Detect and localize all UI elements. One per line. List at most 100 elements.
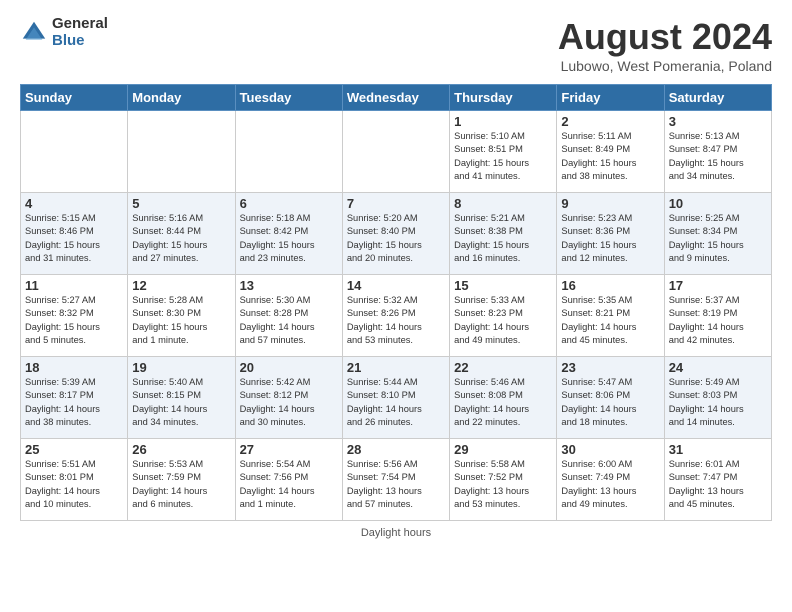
calendar-week-row: 1Sunrise: 5:10 AM Sunset: 8:51 PM Daylig…	[21, 111, 772, 193]
daylight-label: Daylight hours	[361, 527, 431, 539]
day-info: Sunrise: 5:16 AM Sunset: 8:44 PM Dayligh…	[132, 212, 230, 266]
logo-general: General	[52, 16, 108, 33]
calendar-day-cell: 31Sunrise: 6:01 AM Sunset: 7:47 PM Dayli…	[664, 439, 771, 521]
day-number: 4	[25, 196, 123, 211]
day-header: Saturday	[664, 85, 771, 111]
day-info: Sunrise: 5:58 AM Sunset: 7:52 PM Dayligh…	[454, 458, 552, 512]
calendar-day-cell: 1Sunrise: 5:10 AM Sunset: 8:51 PM Daylig…	[450, 111, 557, 193]
day-number: 25	[25, 442, 123, 457]
day-number: 28	[347, 442, 445, 457]
day-number: 31	[669, 442, 767, 457]
calendar-day-cell: 4Sunrise: 5:15 AM Sunset: 8:46 PM Daylig…	[21, 193, 128, 275]
day-info: Sunrise: 5:27 AM Sunset: 8:32 PM Dayligh…	[25, 294, 123, 348]
day-info: Sunrise: 5:54 AM Sunset: 7:56 PM Dayligh…	[240, 458, 338, 512]
calendar-day-cell: 16Sunrise: 5:35 AM Sunset: 8:21 PM Dayli…	[557, 275, 664, 357]
day-info: Sunrise: 5:23 AM Sunset: 8:36 PM Dayligh…	[561, 212, 659, 266]
footer: Daylight hours	[20, 527, 772, 539]
day-number: 5	[132, 196, 230, 211]
day-number: 27	[240, 442, 338, 457]
day-header: Tuesday	[235, 85, 342, 111]
day-number: 3	[669, 114, 767, 129]
calendar-day-cell: 29Sunrise: 5:58 AM Sunset: 7:52 PM Dayli…	[450, 439, 557, 521]
calendar-table: SundayMondayTuesdayWednesdayThursdayFrid…	[20, 84, 772, 521]
calendar-day-cell: 24Sunrise: 5:49 AM Sunset: 8:03 PM Dayli…	[664, 357, 771, 439]
calendar-day-cell	[235, 111, 342, 193]
calendar-day-cell: 3Sunrise: 5:13 AM Sunset: 8:47 PM Daylig…	[664, 111, 771, 193]
day-info: Sunrise: 6:01 AM Sunset: 7:47 PM Dayligh…	[669, 458, 767, 512]
day-number: 21	[347, 360, 445, 375]
calendar-day-cell: 13Sunrise: 5:30 AM Sunset: 8:28 PM Dayli…	[235, 275, 342, 357]
day-info: Sunrise: 5:32 AM Sunset: 8:26 PM Dayligh…	[347, 294, 445, 348]
calendar-day-cell: 11Sunrise: 5:27 AM Sunset: 8:32 PM Dayli…	[21, 275, 128, 357]
day-info: Sunrise: 5:39 AM Sunset: 8:17 PM Dayligh…	[25, 376, 123, 430]
calendar-day-cell: 27Sunrise: 5:54 AM Sunset: 7:56 PM Dayli…	[235, 439, 342, 521]
day-info: Sunrise: 5:53 AM Sunset: 7:59 PM Dayligh…	[132, 458, 230, 512]
day-info: Sunrise: 5:47 AM Sunset: 8:06 PM Dayligh…	[561, 376, 659, 430]
day-number: 17	[669, 278, 767, 293]
day-info: Sunrise: 5:20 AM Sunset: 8:40 PM Dayligh…	[347, 212, 445, 266]
day-info: Sunrise: 5:15 AM Sunset: 8:46 PM Dayligh…	[25, 212, 123, 266]
day-header: Thursday	[450, 85, 557, 111]
day-info: Sunrise: 5:51 AM Sunset: 8:01 PM Dayligh…	[25, 458, 123, 512]
day-number: 7	[347, 196, 445, 211]
day-number: 24	[669, 360, 767, 375]
calendar-day-cell: 8Sunrise: 5:21 AM Sunset: 8:38 PM Daylig…	[450, 193, 557, 275]
day-number: 23	[561, 360, 659, 375]
day-number: 16	[561, 278, 659, 293]
calendar-day-cell	[342, 111, 449, 193]
day-info: Sunrise: 5:44 AM Sunset: 8:10 PM Dayligh…	[347, 376, 445, 430]
calendar-day-cell: 30Sunrise: 6:00 AM Sunset: 7:49 PM Dayli…	[557, 439, 664, 521]
calendar-day-cell: 17Sunrise: 5:37 AM Sunset: 8:19 PM Dayli…	[664, 275, 771, 357]
day-number: 14	[347, 278, 445, 293]
calendar-day-cell: 15Sunrise: 5:33 AM Sunset: 8:23 PM Dayli…	[450, 275, 557, 357]
day-header: Sunday	[21, 85, 128, 111]
calendar-day-cell: 23Sunrise: 5:47 AM Sunset: 8:06 PM Dayli…	[557, 357, 664, 439]
calendar-day-cell: 7Sunrise: 5:20 AM Sunset: 8:40 PM Daylig…	[342, 193, 449, 275]
day-info: Sunrise: 5:10 AM Sunset: 8:51 PM Dayligh…	[454, 130, 552, 184]
calendar-week-row: 11Sunrise: 5:27 AM Sunset: 8:32 PM Dayli…	[21, 275, 772, 357]
day-info: Sunrise: 6:00 AM Sunset: 7:49 PM Dayligh…	[561, 458, 659, 512]
day-info: Sunrise: 5:25 AM Sunset: 8:34 PM Dayligh…	[669, 212, 767, 266]
day-number: 12	[132, 278, 230, 293]
day-number: 18	[25, 360, 123, 375]
calendar-day-cell: 18Sunrise: 5:39 AM Sunset: 8:17 PM Dayli…	[21, 357, 128, 439]
day-info: Sunrise: 5:11 AM Sunset: 8:49 PM Dayligh…	[561, 130, 659, 184]
day-info: Sunrise: 5:13 AM Sunset: 8:47 PM Dayligh…	[669, 130, 767, 184]
calendar-day-cell: 9Sunrise: 5:23 AM Sunset: 8:36 PM Daylig…	[557, 193, 664, 275]
day-number: 2	[561, 114, 659, 129]
calendar-title: August 2024	[558, 16, 772, 58]
day-number: 6	[240, 196, 338, 211]
day-number: 22	[454, 360, 552, 375]
calendar-week-row: 4Sunrise: 5:15 AM Sunset: 8:46 PM Daylig…	[21, 193, 772, 275]
calendar-day-cell	[21, 111, 128, 193]
page: General Blue August 2024 Lubowo, West Po…	[0, 0, 792, 549]
logo-icon	[20, 19, 48, 47]
day-info: Sunrise: 5:37 AM Sunset: 8:19 PM Dayligh…	[669, 294, 767, 348]
day-number: 11	[25, 278, 123, 293]
calendar-day-cell: 28Sunrise: 5:56 AM Sunset: 7:54 PM Dayli…	[342, 439, 449, 521]
day-info: Sunrise: 5:56 AM Sunset: 7:54 PM Dayligh…	[347, 458, 445, 512]
day-number: 13	[240, 278, 338, 293]
day-info: Sunrise: 5:33 AM Sunset: 8:23 PM Dayligh…	[454, 294, 552, 348]
calendar-day-cell: 6Sunrise: 5:18 AM Sunset: 8:42 PM Daylig…	[235, 193, 342, 275]
day-header: Friday	[557, 85, 664, 111]
day-info: Sunrise: 5:42 AM Sunset: 8:12 PM Dayligh…	[240, 376, 338, 430]
header-row: SundayMondayTuesdayWednesdayThursdayFrid…	[21, 85, 772, 111]
day-number: 15	[454, 278, 552, 293]
day-number: 26	[132, 442, 230, 457]
day-info: Sunrise: 5:21 AM Sunset: 8:38 PM Dayligh…	[454, 212, 552, 266]
calendar-subtitle: Lubowo, West Pomerania, Poland	[558, 58, 772, 74]
calendar-day-cell: 14Sunrise: 5:32 AM Sunset: 8:26 PM Dayli…	[342, 275, 449, 357]
calendar-week-row: 18Sunrise: 5:39 AM Sunset: 8:17 PM Dayli…	[21, 357, 772, 439]
day-info: Sunrise: 5:35 AM Sunset: 8:21 PM Dayligh…	[561, 294, 659, 348]
day-number: 1	[454, 114, 552, 129]
calendar-day-cell: 21Sunrise: 5:44 AM Sunset: 8:10 PM Dayli…	[342, 357, 449, 439]
day-info: Sunrise: 5:28 AM Sunset: 8:30 PM Dayligh…	[132, 294, 230, 348]
calendar-day-cell: 2Sunrise: 5:11 AM Sunset: 8:49 PM Daylig…	[557, 111, 664, 193]
calendar-day-cell: 20Sunrise: 5:42 AM Sunset: 8:12 PM Dayli…	[235, 357, 342, 439]
day-info: Sunrise: 5:46 AM Sunset: 8:08 PM Dayligh…	[454, 376, 552, 430]
day-number: 19	[132, 360, 230, 375]
header: General Blue August 2024 Lubowo, West Po…	[20, 16, 772, 74]
day-header: Monday	[128, 85, 235, 111]
day-number: 20	[240, 360, 338, 375]
